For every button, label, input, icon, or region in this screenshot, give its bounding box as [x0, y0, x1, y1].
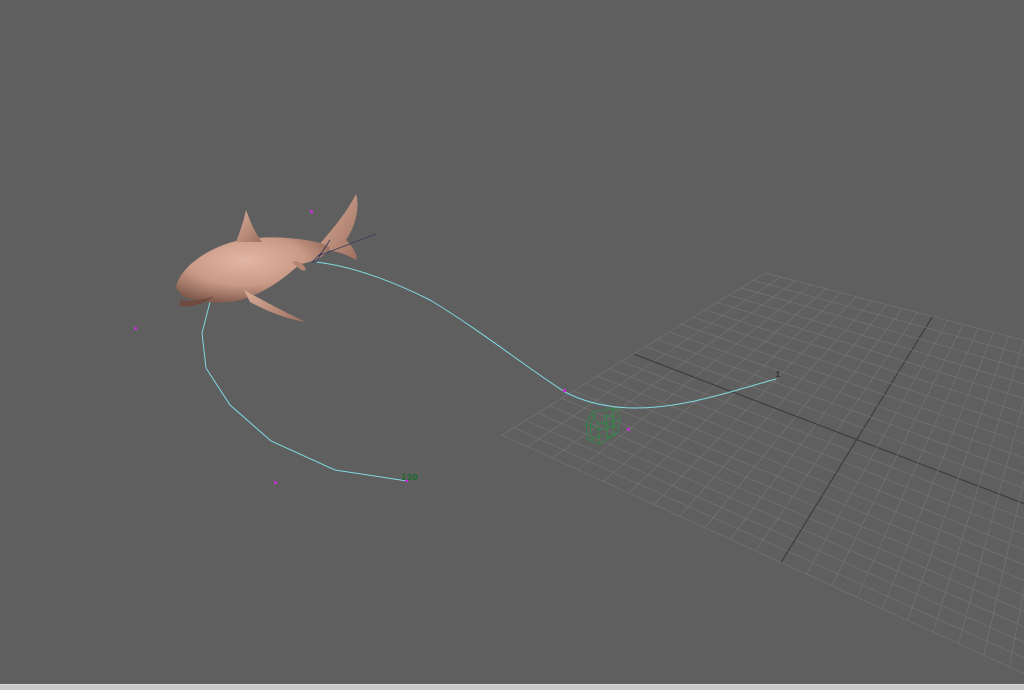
- shark-body: [176, 237, 330, 302]
- grid-line: [502, 435, 1024, 684]
- keyframe-marker[interactable]: [627, 428, 630, 431]
- start-frame-label: 1: [775, 370, 781, 379]
- grid-line: [959, 344, 1024, 643]
- shark-model[interactable]: [176, 194, 376, 322]
- motion-path-tail[interactable]: [202, 302, 407, 481]
- grid-line: [634, 354, 1024, 525]
- keyframe-markers: [134, 210, 630, 484]
- viewport-bottom-border: [0, 684, 1024, 690]
- grid-line: [729, 295, 1024, 405]
- grid-line: [741, 288, 1024, 390]
- grid-line: [717, 302, 1024, 420]
- camera-wireframe-icon[interactable]: [586, 408, 622, 444]
- keyframe-marker[interactable]: [310, 210, 313, 213]
- grid-line: [586, 383, 1024, 585]
- grid-line: [781, 317, 933, 563]
- end-frame-label: 120: [401, 473, 418, 482]
- keyframe-marker[interactable]: [563, 389, 566, 392]
- ground-grid: [502, 273, 1024, 684]
- grid-line: [765, 273, 1024, 360]
- keyframe-marker[interactable]: [274, 481, 277, 484]
- viewport-canvas[interactable]: 1 120: [0, 0, 1024, 684]
- motion-path[interactable]: [316, 262, 776, 408]
- grid-line: [1009, 352, 1024, 667]
- shark-dorsal-fin: [236, 210, 262, 242]
- grid-line: [514, 428, 1024, 675]
- grid-line: [705, 310, 1024, 435]
- grid-line: [806, 320, 947, 574]
- grid-line: [574, 391, 1024, 600]
- grid-line: [610, 369, 1024, 555]
- grid-line: [857, 328, 978, 597]
- keyframe-marker[interactable]: [134, 327, 137, 330]
- 3d-viewport[interactable]: 1 120: [0, 0, 1024, 684]
- grid-line: [908, 336, 1009, 620]
